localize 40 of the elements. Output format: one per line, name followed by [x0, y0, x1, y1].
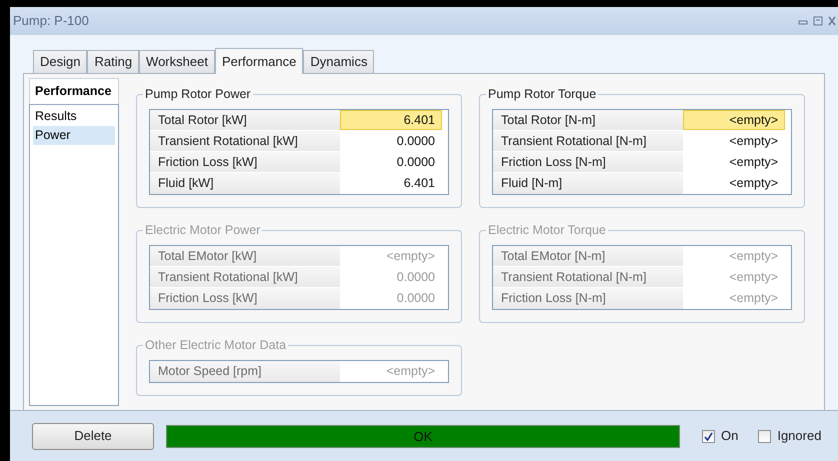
tab[interactable]: Dynamics [303, 50, 374, 73]
tab[interactable]: Performance [214, 48, 304, 74]
value-field[interactable]: <empty> [683, 110, 785, 130]
property-label: Motor Speed [rpm] [150, 361, 340, 382]
tab[interactable]: Worksheet [139, 50, 215, 73]
property-label: Total EMotor [N-m] [493, 246, 683, 266]
close-icon[interactable] [828, 16, 836, 26]
property-label: Friction Loss [kW] [150, 152, 340, 172]
status-bar: OK [166, 424, 680, 448]
property-label: Total Rotor [kW] [150, 110, 340, 130]
delete-button[interactable]: Delete [32, 422, 154, 450]
group-title: Electric Motor Torque [486, 222, 608, 238]
property-label: Transient Rotational [N-m] [493, 131, 683, 151]
property-label: Transient Rotational [kW] [150, 131, 340, 151]
value-field[interactable]: 6.401 [340, 110, 442, 130]
group-title: Pump Rotor Power [143, 86, 253, 102]
sidebar-item[interactable]: Power [33, 126, 115, 145]
checkbox-box[interactable] [702, 430, 715, 442]
checkbox-box[interactable] [758, 430, 772, 442]
check-icon [704, 432, 713, 440]
property-label: Fluid [kW] [150, 173, 340, 194]
window-title: Pump: P-100 [13, 12, 89, 30]
sidebar-header: Performance [29, 78, 119, 104]
property-label: Transient Rotational [N-m] [493, 267, 683, 287]
tab[interactable]: Design [33, 50, 88, 73]
property-label: Friction Loss [N-m] [493, 152, 683, 172]
checkbox-label: On [721, 427, 738, 446]
property-label: Fluid [N-m] [493, 173, 683, 194]
maximize-icon[interactable] [813, 16, 823, 26]
group-title: Pump Rotor Torque [486, 86, 598, 102]
property-label: Total EMotor [kW] [150, 246, 340, 266]
checkbox[interactable]: Ignored [758, 426, 822, 446]
property-label: Friction Loss [N-m] [493, 288, 683, 309]
checkbox-label: Ignored [777, 427, 822, 446]
property-label: Total Rotor [N-m] [493, 110, 683, 130]
sidebar-item[interactable]: Results [33, 107, 115, 126]
property-label: Transient Rotational [kW] [150, 267, 340, 287]
checkbox[interactable]: On [702, 426, 738, 446]
tab[interactable]: Rating [87, 50, 140, 73]
property-label: Friction Loss [kW] [150, 288, 340, 309]
